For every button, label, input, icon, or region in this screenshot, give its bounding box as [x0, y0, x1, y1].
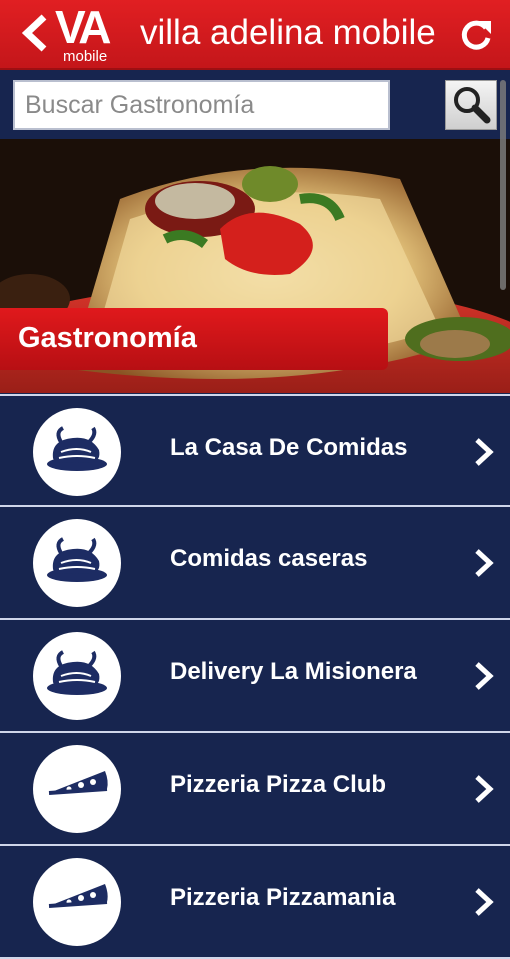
section-title: Gastronomía — [18, 322, 197, 354]
app-header: VA mobile villa adelina mobile — [0, 0, 510, 70]
refresh-icon[interactable] — [460, 18, 492, 52]
app-title: villa adelina mobile — [140, 13, 436, 52]
pizza-slice-icon — [33, 745, 121, 833]
list-item[interactable]: Pizzeria Pizza Club — [0, 733, 510, 846]
roast-chicken-icon — [33, 519, 121, 607]
search-button[interactable] — [445, 80, 497, 130]
restaurant-list: La Casa De Comidas Comidas caseras Deliv… — [0, 394, 510, 959]
list-item[interactable]: Comidas caseras — [0, 507, 510, 620]
search-input[interactable] — [13, 80, 390, 130]
list-item[interactable]: Delivery La Misionera — [0, 620, 510, 733]
search-icon — [454, 87, 491, 124]
search-bar — [0, 72, 510, 139]
app-logo: VA mobile — [55, 1, 125, 66]
list-item-label: Pizzeria Pizzamania — [170, 884, 396, 911]
chevron-right-icon — [475, 438, 494, 466]
scrollbar[interactable] — [500, 80, 506, 290]
list-item-label: Pizzeria Pizza Club — [170, 771, 387, 798]
list-item-label: La Casa De Comidas — [170, 434, 408, 461]
roast-chicken-icon — [33, 632, 121, 720]
chevron-right-icon — [475, 888, 494, 916]
list-item[interactable]: La Casa De Comidas — [0, 394, 510, 507]
section-banner: Gastronomía — [0, 308, 388, 370]
chevron-right-icon — [475, 662, 494, 690]
logo-va-text: VA — [55, 1, 111, 53]
chevron-right-icon — [475, 549, 494, 577]
logo-mobile-text: mobile — [63, 48, 108, 65]
pizza-slice-icon — [33, 858, 121, 946]
back-chevron-icon[interactable] — [22, 14, 48, 52]
chevron-right-icon — [475, 775, 494, 803]
list-item[interactable]: Pizzeria Pizzamania — [0, 846, 510, 959]
roast-chicken-icon — [33, 408, 121, 496]
list-item-label: Delivery La Misionera — [170, 658, 417, 685]
list-item-label: Comidas caseras — [170, 545, 368, 572]
